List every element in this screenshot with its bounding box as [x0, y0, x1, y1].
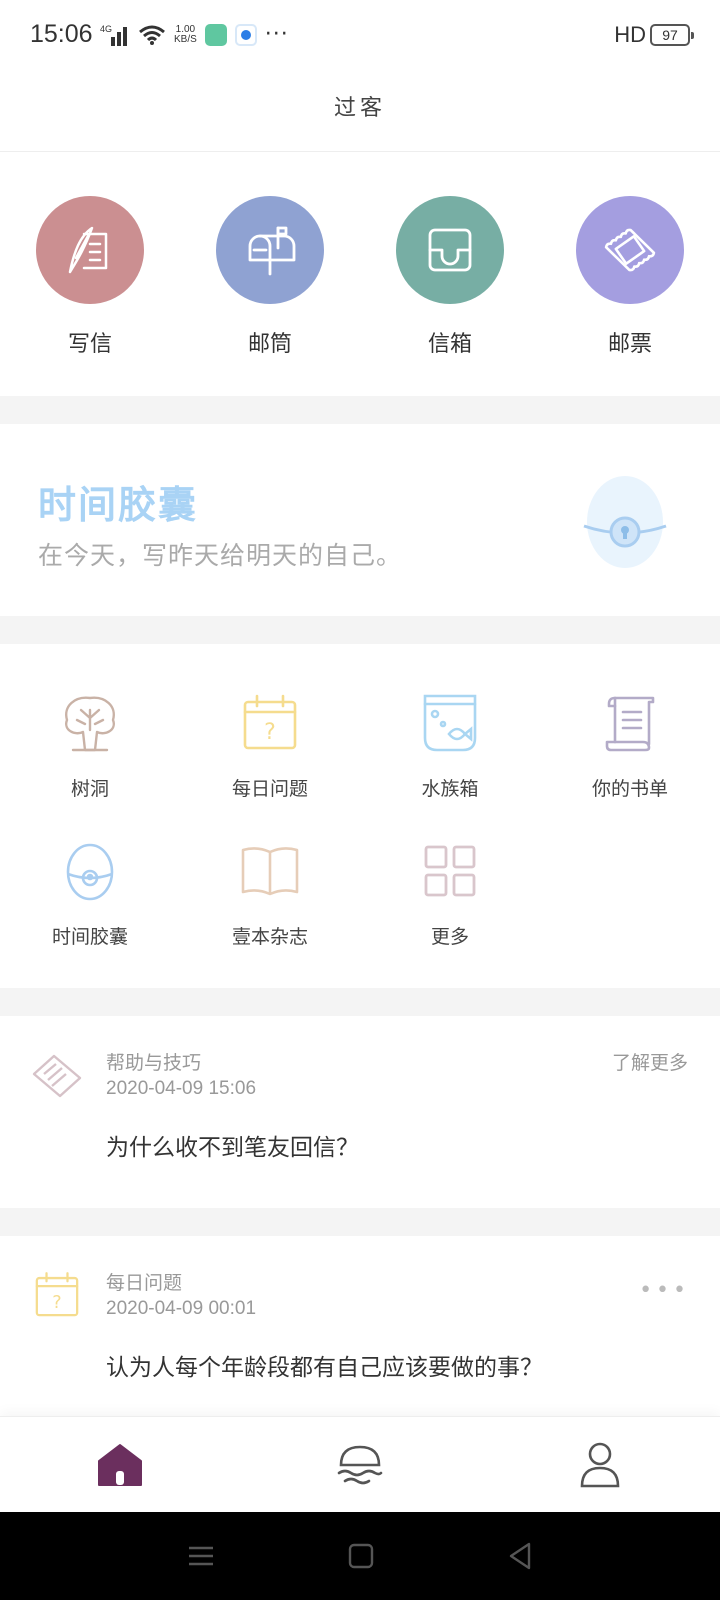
card-question: 认为人每个年龄段都有自己应该要做的事？	[106, 1355, 543, 1381]
calendar-question-icon: ?	[35, 1272, 79, 1317]
card-category: 帮助与技巧	[106, 1052, 202, 1074]
nav-home[interactable]	[0, 1417, 240, 1512]
grid-label: 你的书单	[591, 778, 668, 800]
home-icon	[98, 1443, 142, 1486]
net-speed-value: 1.00	[175, 23, 196, 35]
feature-time-capsule[interactable]: 时间胶囊	[0, 836, 180, 949]
stamp-icon	[604, 228, 656, 272]
open-book-icon	[241, 847, 299, 896]
action-label: 信箱	[427, 332, 472, 357]
capsule-egg-icon	[66, 843, 114, 901]
grid-label: 时间胶囊	[51, 926, 128, 948]
daily-question-card[interactable]: ? 每日问题 2020-04-09 00:01 ••• 认为人每个年龄段都有自己…	[0, 1236, 720, 1416]
stamp-button[interactable]: 邮票	[540, 152, 720, 396]
section-divider	[0, 396, 720, 424]
net-speed-unit: KB/S	[174, 33, 197, 45]
app-notification-icon	[204, 23, 227, 46]
status-time: 15:06	[30, 20, 93, 48]
grid-icon	[595, 688, 665, 758]
card-icon: ?	[30, 1268, 84, 1322]
person-icon	[580, 1442, 620, 1487]
more-options-button[interactable]: •••	[639, 1278, 690, 1303]
calendar-question-icon: ?	[243, 694, 297, 750]
grid-label: 更多	[430, 926, 469, 948]
action-label: 邮筒	[247, 332, 292, 357]
home-square-icon[interactable]	[348, 1543, 374, 1569]
time-capsule-egg-icon	[583, 476, 667, 568]
island-waves-icon	[337, 1445, 383, 1484]
section-divider	[0, 616, 720, 644]
grid-icon	[415, 688, 485, 758]
banner-title: 时间胶囊	[38, 483, 199, 527]
scroll-icon	[605, 696, 655, 752]
status-right: HD 97	[614, 22, 694, 48]
hd-indicator: HD	[614, 22, 646, 47]
feature-grid: 树洞 ? 每日问题 水族箱 你的书单 时间胶囊 壹本杂志 更多	[0, 644, 720, 988]
banner-subtitle: 在今天，写昨天给明天的自己。	[38, 541, 403, 570]
title-bar: 过客	[0, 72, 720, 152]
bottom-nav	[0, 1416, 720, 1512]
card-category: 每日问题	[106, 1272, 183, 1294]
inbox-button[interactable]: 信箱	[360, 152, 540, 396]
network-type-label: 4G	[100, 24, 112, 34]
nav-profile[interactable]	[480, 1417, 720, 1512]
feature-aquarium[interactable]: 水族箱	[360, 688, 540, 801]
grid-label: 壹本杂志	[231, 926, 308, 948]
net-speed: 1.00 KB/S	[174, 23, 197, 45]
grid-label: 每日问题	[231, 778, 308, 800]
battery-icon: 97	[650, 24, 694, 46]
system-nav-bar	[0, 1512, 720, 1600]
grid-more-icon	[424, 845, 476, 897]
svg-text:?: ?	[52, 1293, 61, 1313]
status-bar: 15:06 4G 1.00 KB/S ··· HD 97	[0, 0, 720, 72]
action-label: 邮票	[607, 332, 652, 357]
action-circle	[216, 196, 324, 304]
page-title: 过客	[333, 96, 386, 121]
grid-icon	[55, 836, 125, 906]
card-question: 为什么收不到笔友回信？	[106, 1135, 359, 1161]
help-tips-card[interactable]: 帮助与技巧 2020-04-09 15:06 了解更多 为什么收不到笔友回信？	[0, 1016, 720, 1208]
more-notifications: ···	[264, 22, 289, 47]
signal-icon: 4G	[100, 24, 127, 46]
grid-label: 水族箱	[421, 778, 479, 800]
feature-daily-question[interactable]: ? 每日问题	[180, 688, 360, 801]
tree-icon	[65, 696, 115, 752]
quill-letter-icon	[68, 226, 108, 274]
grid-icon	[235, 836, 305, 906]
mailbox-button[interactable]: 邮筒	[180, 152, 360, 396]
action-circle	[396, 196, 504, 304]
handshake-icon	[32, 1054, 82, 1098]
card-date: 2020-04-09 15:06	[106, 1078, 257, 1099]
feature-book-list[interactable]: 你的书单	[540, 688, 720, 801]
wifi-icon	[139, 25, 165, 45]
browser-notification-icon	[234, 23, 257, 46]
svg-text:?: ?	[264, 720, 276, 745]
time-capsule-banner[interactable]: 时间胶囊 在今天，写昨天给明天的自己。	[0, 424, 720, 616]
action-label: 写信	[67, 332, 112, 357]
inbox-tray-icon	[428, 228, 472, 272]
feature-more[interactable]: 更多	[360, 836, 540, 949]
card-date: 2020-04-09 00:01	[106, 1298, 257, 1319]
main-actions: 写信 邮筒 信箱 邮票	[0, 152, 720, 396]
feature-tree-hole[interactable]: 树洞	[0, 688, 180, 801]
feature-magazine[interactable]: 壹本杂志	[180, 836, 360, 949]
grid-icon	[415, 836, 485, 906]
section-divider	[0, 988, 720, 1016]
back-triangle-icon[interactable]	[507, 1542, 533, 1570]
fishbowl-icon	[423, 694, 477, 752]
section-divider	[0, 1208, 720, 1236]
mailbox-icon	[248, 226, 296, 276]
card-icon	[30, 1048, 84, 1102]
status-icons: 4G 1.00 KB/S ···	[100, 22, 289, 47]
menu-icon[interactable]	[187, 1544, 215, 1568]
grid-icon	[55, 688, 125, 758]
learn-more-link[interactable]: 了解更多	[612, 1048, 688, 1075]
write-letter-button[interactable]: 写信	[0, 152, 180, 396]
nav-discover[interactable]	[240, 1417, 480, 1512]
action-circle	[576, 196, 684, 304]
grid-icon: ?	[235, 688, 305, 758]
grid-label: 树洞	[70, 778, 109, 800]
action-circle	[36, 196, 144, 304]
